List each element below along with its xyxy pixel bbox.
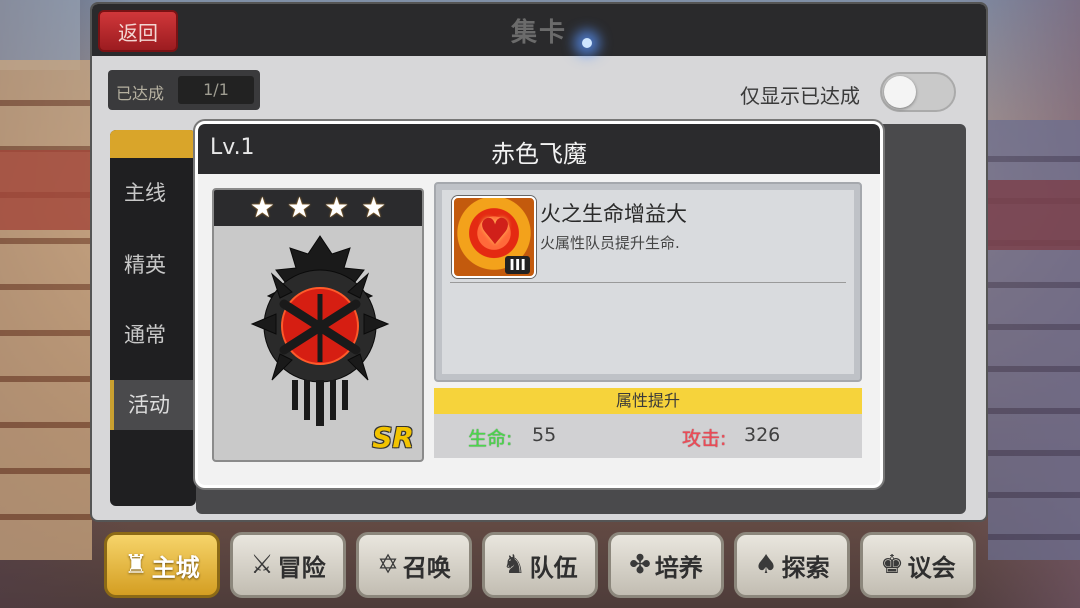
explore-icon: ♠ — [754, 550, 778, 580]
nav-summon-button[interactable]: ✡ 召唤 — [356, 532, 472, 598]
nav-summon-label: 召唤 — [402, 553, 451, 582]
achieved-label: 已达成 — [116, 84, 165, 103]
card-portrait: ★ ★ ★ ★ SR — [212, 188, 424, 462]
nav-team-button[interactable]: ♞ 队伍 — [482, 532, 598, 598]
team-icon: ♞ — [502, 550, 526, 580]
skill-rank: III — [505, 256, 530, 274]
red-demon-emblem-icon — [250, 235, 390, 426]
nav-explore-label: 探索 — [781, 553, 830, 582]
nav-team-label: 队伍 — [529, 553, 578, 582]
sidebar-item-event[interactable]: 活动 — [110, 380, 196, 430]
nav-main-city-button[interactable]: ♜ 主城 — [104, 532, 220, 598]
star-icon: ★ — [324, 191, 350, 224]
nav-adventure-label: 冒险 — [277, 553, 326, 582]
nav-training-button[interactable]: ✤ 培养 — [608, 532, 724, 598]
bottom-navigation: ♜ 主城 ⚔ 冒险 ✡ 召唤 ♞ 队伍 ✤ 培养 ♠ 探索 ♚ 议会 — [0, 522, 1080, 608]
achieved-counter: 已达成 1/1 — [108, 70, 260, 110]
show-achieved-only-label: 仅显示已达成 — [740, 84, 860, 108]
attack-label: 攻击: — [682, 428, 727, 450]
summon-circle-icon: ✡ — [377, 550, 399, 580]
crossed-swords-icon: ⚔ — [250, 550, 274, 580]
background-roof-right — [988, 180, 1080, 250]
page-title: 集卡 — [510, 18, 567, 48]
skill-name: 火之生命增益大 — [540, 202, 687, 226]
nav-council-button[interactable]: ♚ 议会 — [860, 532, 976, 598]
attack-value: 326 — [744, 424, 781, 446]
sparkle-icon — [582, 38, 592, 48]
nav-council-label: 议会 — [907, 553, 956, 582]
skill-description: 火属性队员提升生命. — [540, 234, 680, 252]
sidebar-item-elite[interactable]: 精英 — [110, 240, 196, 290]
sidebar-item-main[interactable]: 主线 — [110, 168, 196, 218]
star-icon: ★ — [286, 191, 312, 224]
show-achieved-only-toggle[interactable] — [880, 72, 956, 112]
council-icon: ♚ — [880, 550, 904, 580]
sidebar-item-normal[interactable]: 通常 — [110, 310, 196, 360]
training-icon: ✤ — [629, 550, 651, 580]
popup-header: Lv.1 赤色飞魔 — [198, 124, 880, 174]
sidebar-top-tab[interactable] — [110, 130, 196, 158]
castle-icon: ♜ — [124, 550, 148, 580]
skill-panel: ♥ III 火之生命增益大 火属性队员提升生命. — [434, 182, 862, 382]
star-icon: ★ — [361, 191, 387, 224]
title-bar: 集卡 返回 — [92, 4, 986, 56]
hp-label: 生命: — [468, 428, 513, 450]
nav-training-label: 培养 — [654, 553, 703, 582]
hp-value: 55 — [532, 424, 557, 446]
attribute-boost-header: 属性提升 — [434, 388, 862, 414]
card-name: 赤色飞魔 — [491, 140, 587, 168]
skill-divider — [450, 282, 846, 283]
attribute-boost-row: 生命: 55 攻击: 326 — [434, 414, 862, 458]
nav-main-city-label: 主城 — [151, 553, 200, 582]
star-icon: ★ — [249, 191, 275, 224]
background-house-left — [0, 60, 92, 560]
achieved-count: 1/1 — [178, 76, 254, 104]
star-rating: ★ ★ ★ ★ — [214, 190, 422, 226]
skill-panel-inner: ♥ III 火之生命增益大 火属性队员提升生命. — [442, 190, 854, 374]
rarity-badge: SR — [372, 421, 414, 454]
background-roof-left — [0, 150, 92, 230]
category-sidebar: 主线 精英 通常 活动 — [110, 130, 196, 506]
nav-explore-button[interactable]: ♠ 探索 — [734, 532, 850, 598]
nav-adventure-button[interactable]: ⚔ 冒险 — [230, 532, 346, 598]
toggle-knob — [884, 76, 916, 108]
back-button[interactable]: 返回 — [98, 10, 178, 52]
fire-heart-icon: ♥ III — [452, 196, 536, 278]
card-detail-popup: Lv.1 赤色飞魔 ★ ★ ★ ★ SR ♥ III 火之生命增益大 火属性队员… — [195, 121, 883, 488]
heart-icon: ♥ — [478, 212, 512, 253]
